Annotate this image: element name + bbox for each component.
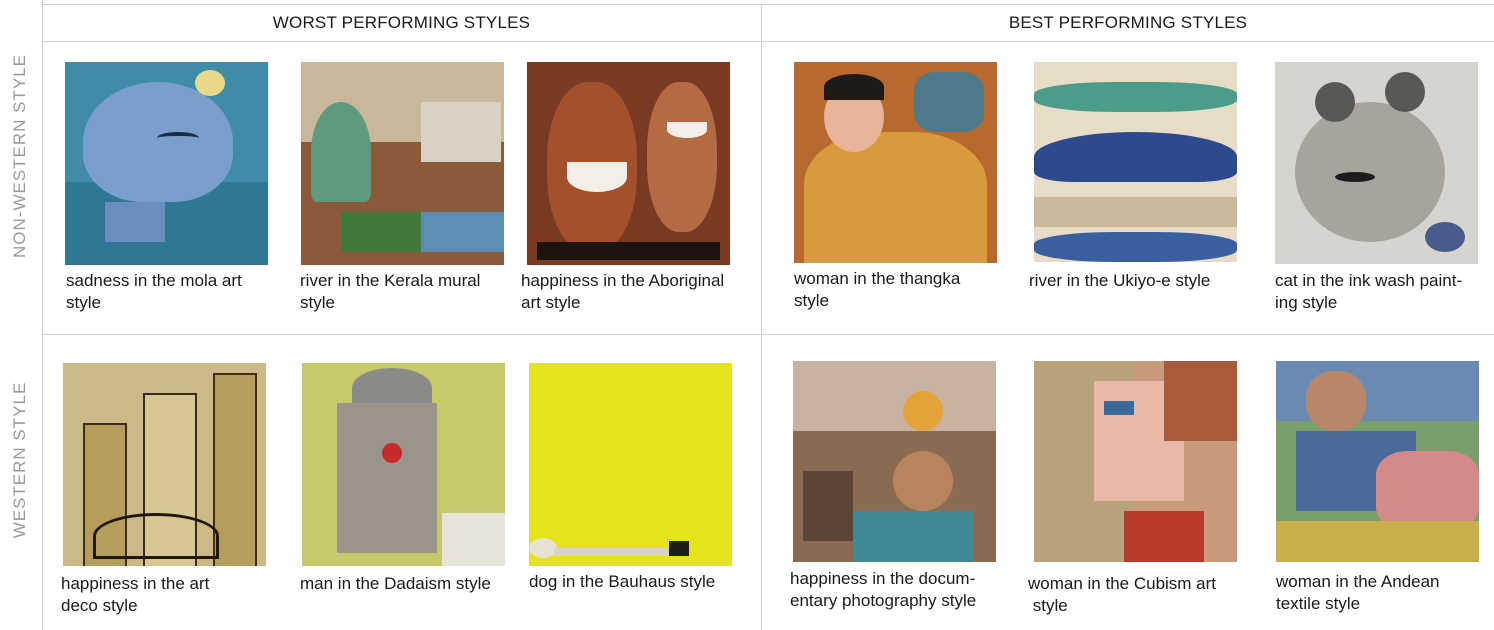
image-documentary-happiness <box>793 361 996 562</box>
caption-line-1: woman in the Andean <box>1276 572 1440 591</box>
header-divider <box>42 41 1494 42</box>
row-divider <box>42 334 1494 335</box>
image-kerala-river <box>301 62 504 265</box>
caption-dadaism: man in the Dadaism style <box>300 573 520 595</box>
caption-kerala: river in the Kerala mural style <box>300 270 515 314</box>
column-divider <box>761 4 762 630</box>
caption-bauhaus: dog in the Bauhaus style <box>529 571 744 593</box>
caption-inkwash: cat in the ink wash paint- ing style <box>1275 270 1490 314</box>
caption-line-1: river in the Kerala mural <box>300 271 481 290</box>
image-thangka-woman <box>794 62 997 263</box>
caption-line-1: cat in the ink wash paint- <box>1275 271 1463 290</box>
caption-line-1: happiness in the docum- <box>790 569 976 588</box>
caption-line-2: style <box>66 293 101 312</box>
row-label-western: WESTERN STYLE <box>10 381 29 539</box>
image-inkwash-cat <box>1275 62 1478 264</box>
caption-thangka: woman in the thangka style <box>794 268 1004 312</box>
caption-cubism: woman in the Cubism art style <box>1028 573 1243 617</box>
caption-line-1: woman in the thangka <box>794 269 961 288</box>
image-dadaism-man <box>302 363 505 566</box>
caption-line-2: textile style <box>1276 594 1361 613</box>
top-border <box>42 4 1494 5</box>
caption-line-1: dog in the Bauhaus style <box>529 572 716 591</box>
caption-line-1: man in the Dadaism style <box>300 574 491 593</box>
header-best: BEST PERFORMING STYLES <box>1008 13 1248 32</box>
caption-line-2: style <box>1028 596 1068 615</box>
image-aboriginal-happiness <box>527 62 730 265</box>
caption-line-1: happiness in the art <box>61 574 210 593</box>
caption-andean: woman in the Andean textile style <box>1276 571 1491 615</box>
image-artdeco-happiness <box>63 363 266 566</box>
caption-mola: sadness in the mola art style <box>66 270 271 314</box>
caption-line-1: sadness in the mola art <box>66 271 242 290</box>
caption-line-1: happiness in the Aboriginal <box>521 271 725 290</box>
caption-documentary: happiness in the docum- entary photograp… <box>790 568 1010 612</box>
caption-ukiyoe: river in the Ukiyo-e style <box>1029 270 1244 292</box>
caption-line-2: ing style <box>1275 293 1338 312</box>
caption-line-2: art style <box>521 293 581 312</box>
header-worst: WORST PERFORMING STYLES <box>272 13 531 32</box>
caption-line-2: entary photography style <box>790 591 977 610</box>
image-bauhaus-dog <box>529 363 732 566</box>
caption-line-2: style <box>794 291 829 310</box>
left-border <box>42 0 43 630</box>
image-mola-sadness <box>65 62 268 265</box>
image-ukiyoe-river <box>1034 62 1237 262</box>
caption-aboriginal: happiness in the Aboriginal art style <box>521 270 756 314</box>
caption-line-2: style <box>300 293 335 312</box>
caption-line-1: woman in the Cubism art <box>1028 574 1217 593</box>
caption-artdeco: happiness in the art deco style <box>61 573 276 617</box>
caption-line-1: river in the Ukiyo-e style <box>1029 271 1211 290</box>
image-andean-woman <box>1276 361 1479 562</box>
caption-line-2: deco style <box>61 596 138 615</box>
row-label-non-western: NON-WESTERN STYLE <box>10 53 29 258</box>
image-cubism-woman <box>1034 361 1237 562</box>
